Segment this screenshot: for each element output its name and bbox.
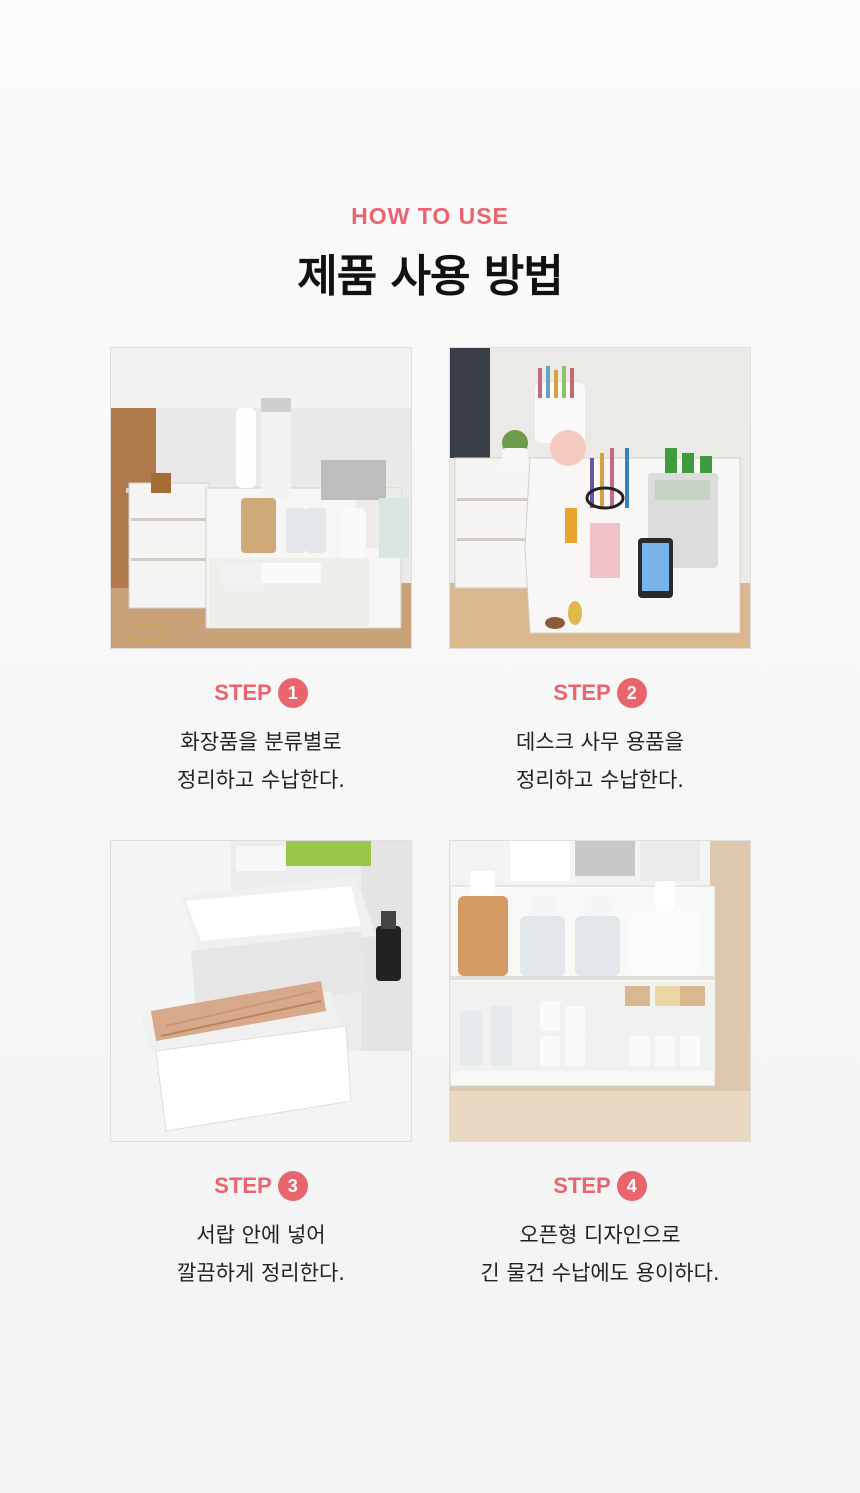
how-to-use-eyebrow: HOW TO USE: [351, 203, 509, 229]
step-card-3: STEP 3 서랍 안에 넣어 깔끔하게 정리한다.: [110, 840, 412, 1292]
step-description: 화장품을 분류별로 정리하고 수납한다.: [110, 723, 412, 799]
step-number-badge: 3: [277, 1171, 308, 1201]
step-indicator: STEP 3: [110, 1170, 412, 1202]
step-card-4: STEP 4 오픈형 디자인으로 긴 물건 수납에도 용이하다.: [449, 840, 751, 1292]
step-indicator: STEP 2: [449, 677, 751, 709]
open-drawers-photo: [110, 840, 412, 1142]
step-label: STEP: [553, 1173, 611, 1198]
step-description-line-2: 정리하고 수납한다.: [516, 768, 684, 792]
step-number-badge: 1: [277, 678, 308, 708]
step-description: 데스크 사무 용품을 정리하고 수납한다.: [449, 723, 751, 799]
step-description-line-1: 오픈형 디자인으로: [519, 1223, 681, 1247]
page-title: 제품 사용 방법: [297, 251, 564, 302]
step-label: STEP: [553, 680, 611, 705]
step-description-line-2: 정리하고 수납한다.: [177, 768, 345, 792]
cosmetics-organizer-photo: [110, 347, 412, 649]
step-description: 서랍 안에 넣어 깔끔하게 정리한다.: [110, 1216, 412, 1292]
step-description-line-1: 화장품을 분류별로: [180, 730, 342, 754]
step-indicator: STEP 4: [449, 1170, 751, 1202]
step-number-badge: 2: [616, 678, 647, 708]
step-number-badge: 4: [616, 1171, 647, 1201]
step-description-line-1: 데스크 사무 용품을: [516, 730, 684, 754]
step-label: STEP: [214, 680, 272, 705]
desk-organizer-photo: [449, 347, 751, 649]
step-card-2: STEP 2 데스크 사무 용품을 정리하고 수납한다.: [449, 347, 751, 799]
step-description: 오픈형 디자인으로 긴 물건 수납에도 용이하다.: [449, 1216, 751, 1292]
step-description-line-2: 깔끔하게 정리한다.: [177, 1261, 345, 1285]
step-indicator: STEP 1: [110, 677, 412, 709]
step-description-line-2: 긴 물건 수납에도 용이하다.: [480, 1261, 720, 1285]
step-card-1: STEP 1 화장품을 분류별로 정리하고 수납한다.: [110, 347, 412, 799]
open-top-organizer-photo: [449, 840, 751, 1142]
step-description-line-1: 서랍 안에 넣어: [196, 1223, 326, 1247]
step-label: STEP: [214, 1173, 272, 1198]
